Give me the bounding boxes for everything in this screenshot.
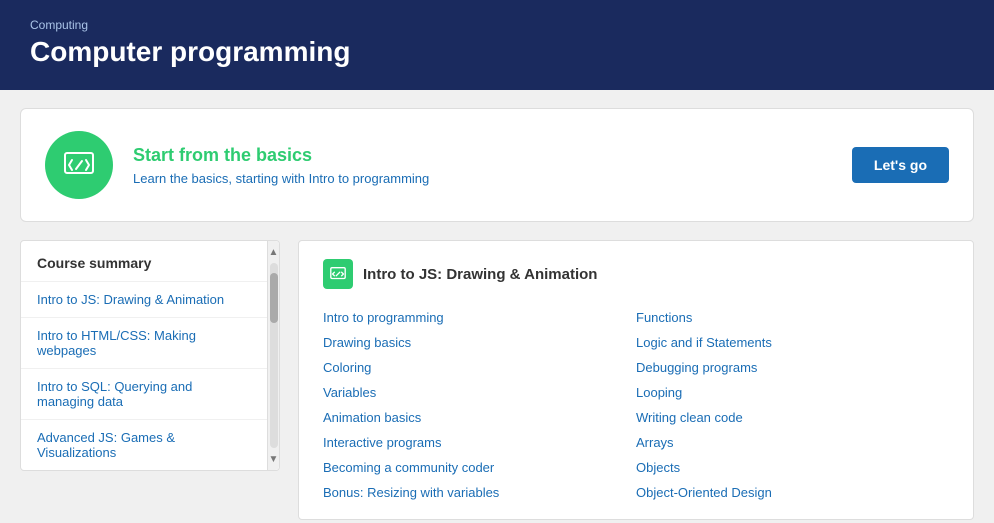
- course-code-icon: [329, 265, 347, 283]
- course-link-1[interactable]: Drawing basics: [323, 330, 636, 355]
- sidebar-list: Intro to JS: Drawing & Animation Intro t…: [21, 281, 267, 470]
- banner-description: Learn the basics, starting with Intro to…: [133, 171, 832, 186]
- main-content: Course summary Intro to JS: Drawing & An…: [20, 240, 974, 520]
- course-link-r1[interactable]: Logic and if Statements: [636, 330, 949, 355]
- sidebar-item-3[interactable]: Advanced JS: Games & Visualizations: [21, 419, 267, 470]
- course-icon: [323, 259, 353, 289]
- scroll-thumb[interactable]: [270, 273, 278, 323]
- scroll-down-arrow[interactable]: ▼: [268, 450, 279, 468]
- banner-link[interactable]: Intro to programming: [309, 171, 430, 186]
- code-icon: [61, 147, 97, 183]
- sidebar-inner: Course summary Intro to JS: Drawing & An…: [21, 241, 267, 470]
- course-section-header: Intro to JS: Drawing & Animation: [323, 259, 949, 289]
- course-link-6[interactable]: Becoming a community coder: [323, 455, 636, 480]
- course-link-r5[interactable]: Arrays: [636, 430, 949, 455]
- course-link-0[interactable]: Intro to programming: [323, 305, 636, 330]
- course-link-r6[interactable]: Objects: [636, 455, 949, 480]
- course-link-5[interactable]: Interactive programs: [323, 430, 636, 455]
- course-link-r4[interactable]: Writing clean code: [636, 405, 949, 430]
- sidebar-item-0[interactable]: Intro to JS: Drawing & Animation: [21, 281, 267, 317]
- course-link-r0[interactable]: Functions: [636, 305, 949, 330]
- course-link-3[interactable]: Variables: [323, 380, 636, 405]
- sidebar-scrollbar[interactable]: ▲ ▼: [267, 241, 279, 470]
- scroll-up-arrow[interactable]: ▲: [268, 243, 279, 261]
- scroll-track: [270, 263, 278, 448]
- header-subtitle: Computing: [30, 18, 964, 32]
- course-link-r3[interactable]: Looping: [636, 380, 949, 405]
- course-link-r7[interactable]: Object-Oriented Design: [636, 480, 949, 505]
- banner-icon: [45, 131, 113, 199]
- course-link-2[interactable]: Coloring: [323, 355, 636, 380]
- course-section: Intro to JS: Drawing & Animation Intro t…: [298, 240, 974, 520]
- banner: Start from the basics Learn the basics, …: [20, 108, 974, 222]
- sidebar-item-2[interactable]: Intro to SQL: Querying and managing data: [21, 368, 267, 419]
- sidebar-item-1[interactable]: Intro to HTML/CSS: Making webpages: [21, 317, 267, 368]
- course-links: Intro to programming Drawing basics Colo…: [323, 305, 949, 505]
- course-links-right: Functions Logic and if Statements Debugg…: [636, 305, 949, 505]
- course-link-4[interactable]: Animation basics: [323, 405, 636, 430]
- banner-text: Start from the basics Learn the basics, …: [133, 145, 832, 186]
- sidebar-title: Course summary: [21, 241, 267, 281]
- header: Computing Computer programming: [0, 0, 994, 90]
- course-link-7[interactable]: Bonus: Resizing with variables: [323, 480, 636, 505]
- banner-heading: Start from the basics: [133, 145, 832, 166]
- course-title: Intro to JS: Drawing & Animation: [363, 266, 597, 283]
- page-title: Computer programming: [30, 36, 964, 68]
- course-links-left: Intro to programming Drawing basics Colo…: [323, 305, 636, 505]
- course-link-r2[interactable]: Debugging programs: [636, 355, 949, 380]
- lets-go-button[interactable]: Let's go: [852, 147, 949, 183]
- sidebar: Course summary Intro to JS: Drawing & An…: [20, 240, 280, 471]
